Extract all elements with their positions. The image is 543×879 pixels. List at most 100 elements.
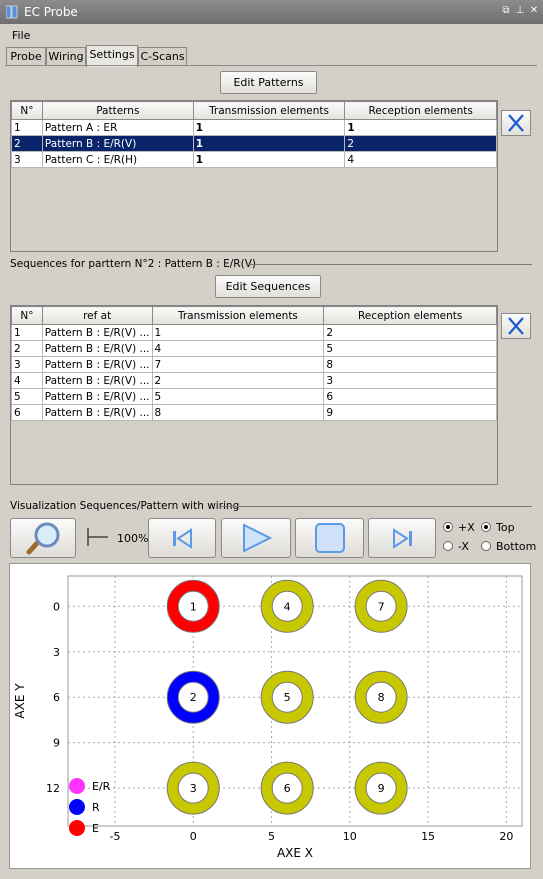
legend-marker — [69, 798, 85, 815]
zoom-slider[interactable] — [84, 526, 110, 548]
x-tick-label: 15 — [421, 830, 435, 843]
sequences-header-ref[interactable]: ref at — [41, 306, 153, 325]
sequences-header-transmission[interactable]: Transmission elements — [151, 306, 325, 325]
table-row[interactable]: 4 Pattern B : E/R(V) ... 2 3 — [11, 372, 497, 389]
table-row[interactable]: 6 Pattern B : E/R(V) ... 8 9 — [11, 404, 497, 421]
stop-button[interactable] — [295, 518, 364, 558]
patterns-header-reception[interactable]: Reception elements — [344, 101, 497, 120]
y-axis-label: AXE Y — [13, 683, 27, 719]
cell-ref: Pattern B : E/R(V) ... — [41, 372, 153, 389]
y-tick-label: 9 — [53, 737, 60, 750]
edit-sequences-button[interactable]: Edit Sequences — [215, 275, 321, 298]
x-tick-label: 10 — [343, 830, 357, 843]
tab-c-scans[interactable]: C-Scans — [138, 47, 187, 66]
sequences-header-no[interactable]: N° — [11, 306, 43, 325]
radio-top[interactable] — [481, 522, 491, 532]
cell-transmission: 5 — [151, 388, 325, 405]
probe-element-label: 1 — [190, 600, 197, 613]
stop-icon — [315, 523, 345, 553]
x-tick-label: 5 — [268, 830, 275, 843]
menu-bar: File — [0, 26, 543, 44]
zoom-value: 100% — [117, 532, 149, 545]
probe-element-label: 4 — [284, 600, 291, 613]
legend-label: E — [92, 822, 99, 835]
table-row[interactable]: 3 Pattern B : E/R(V) ... 7 8 — [11, 356, 497, 373]
last-step-button[interactable] — [368, 518, 436, 558]
sequences-header-reception[interactable]: Reception elements — [323, 306, 497, 325]
delete-sequence-button[interactable] — [501, 313, 531, 339]
radio-plus-x-label: +X — [458, 521, 475, 534]
y-tick-label: 0 — [53, 600, 60, 613]
menu-file[interactable]: File — [12, 29, 30, 42]
probe-plot-frame: -5 0 5 10 15 20 0 3 6 9 12 AXE X AXE Y 1 4 7 2 5 8 3 6 9 E/R R E — [9, 563, 531, 869]
patterns-header-patterns[interactable]: Patterns — [41, 101, 194, 120]
probe-element-label: 6 — [284, 782, 291, 795]
cell-transmission: 2 — [151, 372, 325, 389]
radio-top-label: Top — [496, 521, 515, 534]
cell-no: 2 — [11, 135, 43, 152]
x-axis-label: AXE X — [277, 846, 313, 860]
legend-marker — [69, 819, 85, 836]
table-row[interactable]: 1 Pattern A : ER 1 1 — [11, 119, 497, 136]
cell-reception: 5 — [323, 340, 497, 357]
tab-panel-border — [5, 65, 537, 66]
magnifier-icon — [26, 522, 60, 555]
visualization-section-label: Visualization Sequences/Pattern with wir… — [10, 500, 240, 512]
table-row[interactable]: 3 Pattern C : E/R(H) 1 4 — [11, 151, 497, 168]
app-icon — [6, 5, 18, 19]
delete-pattern-button[interactable] — [501, 110, 531, 136]
cell-pattern: Pattern A : ER — [41, 119, 194, 136]
cell-reception: 1 — [344, 119, 497, 136]
cell-no: 3 — [11, 151, 43, 168]
radio-minus-x[interactable] — [443, 541, 453, 551]
title-bar: EC Probe ⧉ ⊥ ✕ — [0, 0, 543, 24]
patterns-header-transmission[interactable]: Transmission elements — [192, 101, 346, 120]
close-icon — [508, 114, 524, 132]
probe-element-plot[interactable]: -5 0 5 10 15 20 0 3 6 9 12 AXE X AXE Y 1 4 7 2 5 8 3 6 9 E/R RE — [10, 564, 530, 868]
cell-reception: 2 — [323, 324, 497, 341]
cell-no: 3 — [11, 356, 43, 373]
play-button[interactable] — [221, 518, 291, 558]
tab-settings[interactable]: Settings — [86, 45, 138, 67]
radio-bottom[interactable] — [481, 541, 491, 551]
divider — [246, 264, 532, 265]
tab-probe[interactable]: Probe — [6, 47, 46, 66]
probe-element-label: 8 — [378, 691, 385, 704]
sequences-table: N° ref at Transmission elements Receptio… — [10, 305, 498, 485]
legend-label: R — [92, 801, 100, 814]
play-icon — [243, 523, 273, 553]
cell-no: 1 — [11, 119, 43, 136]
y-tick-label: 6 — [53, 691, 60, 704]
skip-back-icon — [173, 528, 192, 549]
cell-ref: Pattern B : E/R(V) ... — [41, 388, 153, 405]
cell-ref: Pattern B : E/R(V) ... — [41, 324, 153, 341]
first-step-button[interactable] — [148, 518, 216, 558]
table-row-selected[interactable]: 2 Pattern B : E/R(V) 1 2 — [11, 135, 497, 152]
close-icon[interactable]: ✕ — [528, 5, 540, 17]
cell-ref: Pattern B : E/R(V) ... — [41, 404, 153, 421]
probe-element-label: 7 — [378, 600, 385, 613]
patterns-header-no[interactable]: N° — [11, 101, 43, 120]
table-row[interactable]: 5 Pattern B : E/R(V) ... 5 6 — [11, 388, 497, 405]
table-row[interactable]: 1 Pattern B : E/R(V) ... 1 2 — [11, 324, 497, 341]
probe-element-label: 5 — [284, 691, 291, 704]
cell-transmission: 1 — [151, 324, 325, 341]
edit-patterns-button[interactable]: Edit Patterns — [220, 71, 317, 94]
cell-ref: Pattern B : E/R(V) ... — [41, 340, 153, 357]
radio-plus-x[interactable] — [443, 522, 453, 532]
cell-no: 4 — [11, 372, 43, 389]
zoom-button[interactable] — [10, 518, 76, 558]
restore-icon[interactable]: ⧉ — [500, 5, 512, 17]
probe-element-label: 2 — [190, 691, 197, 704]
tab-wiring[interactable]: Wiring — [46, 47, 86, 66]
cell-reception: 2 — [344, 135, 497, 152]
cell-transmission: 1 — [192, 119, 346, 136]
cell-reception: 4 — [344, 151, 497, 168]
cell-no: 1 — [11, 324, 43, 341]
x-tick-label: 20 — [499, 830, 513, 843]
cell-transmission: 1 — [192, 135, 346, 152]
cell-reception: 8 — [323, 356, 497, 373]
x-tick-label: 0 — [190, 830, 197, 843]
pin-icon[interactable]: ⊥ — [514, 5, 526, 17]
table-row[interactable]: 2 Pattern B : E/R(V) ... 4 5 — [11, 340, 497, 357]
